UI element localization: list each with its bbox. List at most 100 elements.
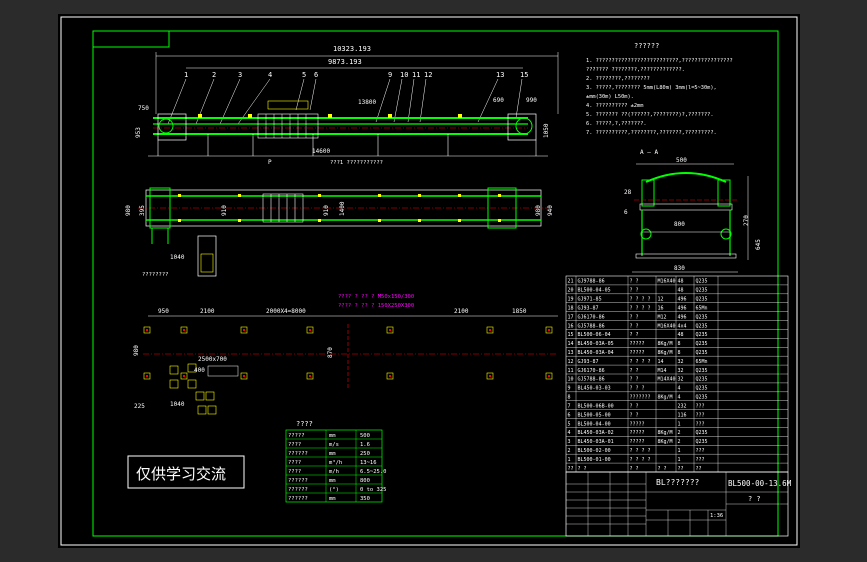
bom-cell: 1 bbox=[678, 421, 681, 427]
spec-cell: m³/h bbox=[329, 459, 342, 466]
bom-cell: 8Kg/M bbox=[658, 341, 673, 347]
technical-notes: ?????? 1. ??????????????????????????,???… bbox=[586, 42, 733, 136]
bom-cell: BL500-04-00 bbox=[578, 421, 611, 427]
bom-cell: M16X40 bbox=[658, 279, 676, 285]
elevation-view: 10323.193 9873.193 13800 1 2 3 4 5 6 9 1 bbox=[135, 45, 559, 166]
plan-dim: 980 bbox=[125, 205, 132, 216]
spec-cell: ?????? bbox=[288, 451, 308, 457]
bom-cell: GJ6170-86 bbox=[578, 368, 605, 374]
bom-cell: Q235 bbox=[696, 350, 708, 356]
part-num: 11 bbox=[412, 71, 420, 79]
bom-cell: 8Kg/M bbox=[658, 395, 673, 401]
bom-cell: ? ? bbox=[630, 314, 639, 320]
bom-cell: 8Kg/M bbox=[658, 439, 673, 445]
spec-cell: ?????? bbox=[288, 478, 308, 484]
note-line: 2. ????????,???????? bbox=[586, 76, 650, 82]
bom-cell: BL450-03A-04 bbox=[578, 350, 614, 356]
bom-cell: 8 bbox=[678, 350, 681, 356]
bom-cell: ? ? ? ? bbox=[630, 305, 651, 311]
bom-cell: Q235 bbox=[696, 341, 708, 347]
bom-cell: 2 bbox=[678, 439, 681, 445]
bom-table: 21 GJ9788-86? ? M16X40 48 Q23520 BL500-04-05?… bbox=[565, 275, 789, 473]
bom-cell: 16 bbox=[568, 323, 574, 329]
dim-left-750: 750 bbox=[138, 105, 149, 112]
bom-cell: Q235 bbox=[696, 279, 708, 285]
section-view: A — A 500 800 830 270 645 28 6 bbox=[624, 149, 762, 273]
found-dim: 2000X4=8000 bbox=[266, 308, 306, 315]
spec-cell: 13~16 bbox=[360, 460, 377, 466]
spec-table: ???? ????? mm 500???? m/s 1.6?????? mm 250????… bbox=[285, 420, 387, 503]
note-line: ±mm(30m) L50m). bbox=[586, 94, 634, 100]
bom-cell: 32 bbox=[678, 368, 684, 374]
bom-cell: GJ93-87 bbox=[578, 359, 599, 365]
bom-cell: 1 bbox=[678, 448, 681, 454]
bom-cell: BL450-03-03 bbox=[578, 386, 611, 392]
watermark-text: 仅供学习交流 bbox=[136, 465, 226, 483]
bom-cell: ????? bbox=[630, 350, 645, 356]
bom-cell: ????? bbox=[630, 421, 645, 427]
bom-cell: ??????? bbox=[630, 395, 651, 401]
spec-cell: (°) bbox=[329, 487, 339, 493]
bom-cell: ? ? bbox=[630, 466, 639, 472]
bom-cell: 14 bbox=[658, 359, 664, 365]
bom-cell: Q235 bbox=[696, 297, 708, 303]
bom-cell: BL450-03A-05 bbox=[578, 341, 614, 347]
bom-cell: BL500-01-00 bbox=[578, 457, 611, 463]
bom-cell: 3 bbox=[568, 439, 571, 445]
bom-cell: ? ? bbox=[630, 279, 639, 285]
part-num: 4 bbox=[268, 71, 272, 79]
plan-view: 980 395 910 1040 910 1400 980 940 ??????… bbox=[125, 187, 554, 278]
bom-cell: 11 bbox=[568, 368, 574, 374]
spec-cell: m/s bbox=[329, 442, 339, 448]
spec-cell: ???? bbox=[288, 469, 301, 475]
note-line: 3. ?????,???????? 5mm(L80m) 3mm(l=5~30m)… bbox=[586, 85, 717, 91]
found-side-dim: 980 bbox=[133, 345, 140, 356]
bom-cell: 5 bbox=[568, 421, 571, 427]
bom-cell: ? ? ? ? bbox=[630, 297, 651, 303]
bom-cell: M14 bbox=[658, 368, 667, 374]
note-line: 1. ??????????????????????????,??????????… bbox=[586, 58, 733, 64]
dim-right-990: 990 bbox=[526, 97, 537, 104]
bom-cell: 12 bbox=[568, 359, 574, 365]
note-line: 7. ??????????,????????,???????,?????????… bbox=[586, 130, 717, 136]
drawing-code: BL500-00-13.6M bbox=[728, 479, 792, 488]
spec-cell: 6.5~25.0 bbox=[360, 469, 387, 475]
bom-cell: ? ? bbox=[630, 377, 639, 383]
sec-dim: 830 bbox=[674, 265, 685, 272]
dim-bottom-14600: 14600 bbox=[312, 148, 330, 155]
section-label: A — A bbox=[640, 149, 658, 156]
bom-cell: ? ? bbox=[630, 288, 639, 294]
foundation-plan: 950 2100 2000X4=8000 2100 1850 ???? ? ??… bbox=[133, 294, 558, 415]
bom-cell: GJ9788-86 bbox=[578, 279, 605, 285]
part-num: 13 bbox=[496, 71, 504, 79]
section-mark: P bbox=[268, 159, 272, 166]
bom-cell: ??? bbox=[696, 457, 705, 463]
bom-cell: 48 bbox=[678, 279, 684, 285]
bom-cell: 21 bbox=[568, 279, 574, 285]
bom-cell: 1 bbox=[568, 457, 571, 463]
bom-cell: 14 bbox=[568, 341, 574, 347]
bom-cell: GJ971-85 bbox=[578, 297, 602, 303]
spec-cell: 250 bbox=[360, 451, 370, 457]
bom-cell: 6 bbox=[568, 412, 571, 418]
found-side-dim: 1040 bbox=[170, 401, 185, 408]
spec-cell: 350 bbox=[360, 496, 370, 502]
plan-dim: 1040 bbox=[170, 254, 185, 261]
bom-cell: ??? bbox=[696, 403, 705, 409]
bom-cell: 4x4 bbox=[678, 323, 687, 329]
dim-right-1050: 1050 bbox=[543, 123, 550, 138]
dim-left-953: 953 bbox=[135, 127, 142, 138]
bom-cell: ?? bbox=[696, 466, 702, 472]
bom-cell: M12 bbox=[658, 314, 667, 320]
bom-cell: 496 bbox=[678, 305, 687, 311]
bom-cell: M14X40 bbox=[658, 377, 676, 383]
bom-cell: GJ5788-86 bbox=[578, 323, 605, 329]
drawing-name: BL??????? bbox=[656, 478, 700, 487]
plan-dim: 910 bbox=[221, 205, 228, 216]
bom-cell: Q235 bbox=[696, 368, 708, 374]
bom-cell: 12 bbox=[658, 297, 664, 303]
bom-cell: M16X40 bbox=[658, 323, 676, 329]
bom-cell: 8 bbox=[678, 341, 681, 347]
sec-dim: 500 bbox=[676, 157, 687, 164]
bom-cell: ? ? ? bbox=[630, 386, 645, 392]
